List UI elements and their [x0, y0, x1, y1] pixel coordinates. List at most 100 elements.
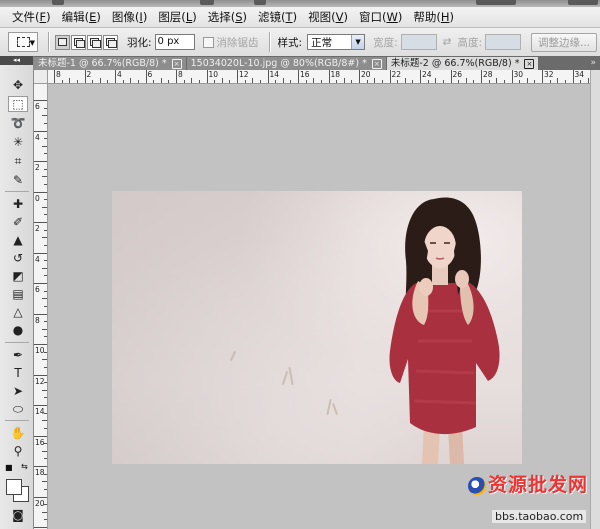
ruler-tick [313, 78, 315, 83]
foreground-color-swatch[interactable] [6, 479, 22, 495]
shape-tool-icon[interactable]: ⬭ [8, 401, 28, 417]
intersect-selection-button[interactable] [103, 34, 118, 50]
ruler-tick [44, 488, 47, 490]
add-selection-button[interactable] [71, 34, 86, 50]
ruler-origin[interactable] [34, 70, 48, 84]
ruler-label: 28 [483, 70, 493, 79]
ruler-label: 12 [239, 70, 249, 79]
pen-tool-icon[interactable]: ✒ [8, 347, 28, 363]
healing-brush-icon[interactable]: ✚ [8, 196, 28, 212]
eyedropper-icon[interactable]: ✎ [8, 172, 28, 188]
app-button-icon[interactable] [254, 0, 266, 5]
ruler-tick [44, 443, 47, 445]
zoom-tool-icon[interactable]: ⚲ [8, 443, 28, 459]
ruler-tick [42, 450, 47, 452]
eraser-icon[interactable]: ◩ [8, 268, 28, 284]
magic-wand-icon[interactable]: ✳ [8, 134, 28, 150]
menu-item[interactable]: 文件(F) [8, 9, 55, 25]
ruler-tick [44, 199, 47, 201]
ruler-tick [34, 466, 47, 467]
toolbox-grip-icon[interactable]: ◂◂ [0, 56, 33, 65]
ruler-tick [42, 389, 47, 391]
ruler-label: 32 [544, 70, 554, 79]
close-icon[interactable]: × [371, 58, 382, 69]
document-tab[interactable]: 15034020L-10.jpg @ 80%(RGB/8#) * × [186, 57, 386, 70]
history-brush-icon[interactable]: ↺ [8, 250, 28, 266]
menu-item[interactable]: 图像(I) [108, 9, 151, 25]
path-selection-icon[interactable]: ➤ [8, 383, 28, 399]
marquee-tool-icon[interactable]: ⬚ [8, 96, 28, 112]
document-tab[interactable]: 未标题-2 @ 66.7%(RGB/8) * × [386, 57, 539, 70]
menu-item[interactable]: 窗口(W) [355, 9, 406, 25]
swap-icon[interactable]: ⇄ [443, 36, 452, 48]
height-input[interactable] [485, 34, 521, 50]
ruler-tick [381, 80, 383, 83]
antialias-checkbox[interactable] [202, 36, 214, 48]
width-input[interactable] [400, 34, 437, 50]
ruler-tick [503, 80, 505, 83]
ruler-tick [145, 70, 147, 83]
workspace-button[interactable] [568, 0, 598, 5]
swap-colors-icon[interactable]: ⇆ [21, 462, 28, 471]
subtract-selection-button[interactable] [87, 34, 102, 50]
menu-item[interactable]: 选择(S) [204, 9, 251, 25]
style-label: 样式: [277, 36, 303, 49]
tab-overflow-button[interactable]: » [590, 57, 600, 70]
menu-item[interactable]: 编辑(E) [58, 9, 105, 25]
ruler-tick [519, 80, 521, 83]
vertical-scrollbar[interactable] [590, 70, 600, 529]
dodge-tool-icon[interactable]: ● [8, 322, 28, 338]
quick-mask-icon[interactable]: ◙ [8, 507, 28, 523]
menu-item[interactable]: 视图(V) [304, 9, 352, 25]
close-icon[interactable]: × [171, 58, 182, 69]
horizontal-ruler[interactable]: 8 2 4 6 8 10 12 14 16 18 20 22 24 26 28 30 32 34 [48, 70, 590, 84]
watermark-url: bbs.taobao.com [492, 510, 587, 523]
type-tool-icon[interactable]: T [8, 365, 28, 381]
gradient-tool-icon[interactable]: ▤ [8, 286, 28, 302]
brush-tool-icon[interactable]: ✐ [8, 214, 28, 230]
ruler-tick [290, 80, 292, 83]
default-colors-icon[interactable]: ■ [5, 463, 13, 472]
clone-stamp-icon[interactable]: ▲ [8, 232, 28, 248]
menu-item[interactable]: 图层(L) [154, 9, 200, 25]
ruler-label: 26 [452, 70, 463, 79]
ruler-tick [34, 222, 47, 223]
hand-tool-icon[interactable]: ✋ [8, 425, 28, 441]
ruler-tick [34, 374, 47, 376]
ruler-tick [61, 80, 63, 83]
ruler-label: 4 [35, 254, 40, 264]
ruler-label: 8 [35, 315, 40, 325]
ruler-label: 18 [330, 70, 341, 79]
ruler-tick [42, 481, 47, 483]
new-selection-button[interactable] [55, 34, 70, 50]
menu-item[interactable]: 帮助(H) [409, 9, 458, 25]
close-icon[interactable]: × [524, 58, 535, 69]
ruler-tick [34, 130, 47, 132]
menu-bar: 文件(F) 编辑(E) 图像(I) 图层(L) 选择(S) 滤镜(T) 视图(V) 窗口(W)… [0, 7, 600, 28]
tool-preset-picker[interactable]: ▼ [8, 32, 38, 52]
ruler-tick [44, 336, 47, 338]
blur-tool-icon[interactable]: △ [8, 304, 28, 320]
ruler-tick [427, 80, 429, 83]
menu-item[interactable]: 滤镜(T) [254, 9, 301, 25]
refine-edge-button[interactable]: 调整边缘... [531, 32, 598, 52]
feather-input[interactable]: 0 px [154, 34, 195, 50]
ruler-tick [130, 78, 132, 83]
feather-label: 羽化: [127, 36, 152, 49]
ruler-tick [351, 80, 353, 83]
crop-tool-icon[interactable]: ⌗ [8, 153, 28, 169]
workspace-button[interactable] [476, 0, 516, 5]
document-tab[interactable]: 未标题-1 @ 66.7%(RGB/8) * × [34, 57, 186, 70]
lasso-tool-icon[interactable]: ➰ [8, 115, 28, 131]
ruler-tick [564, 80, 566, 83]
ruler-tick [34, 313, 47, 315]
document-image[interactable] [112, 191, 522, 464]
divider [5, 191, 29, 192]
app-button-icon[interactable] [200, 0, 214, 5]
woman-figure [389, 197, 500, 464]
app-button-icon[interactable] [52, 0, 64, 5]
style-select[interactable]: 正常 ▼ [307, 34, 366, 50]
vertical-ruler[interactable]: 6420246810121416182022 [34, 84, 48, 529]
move-tool-icon[interactable]: ✥ [8, 77, 28, 93]
ruler-tick [305, 80, 307, 83]
